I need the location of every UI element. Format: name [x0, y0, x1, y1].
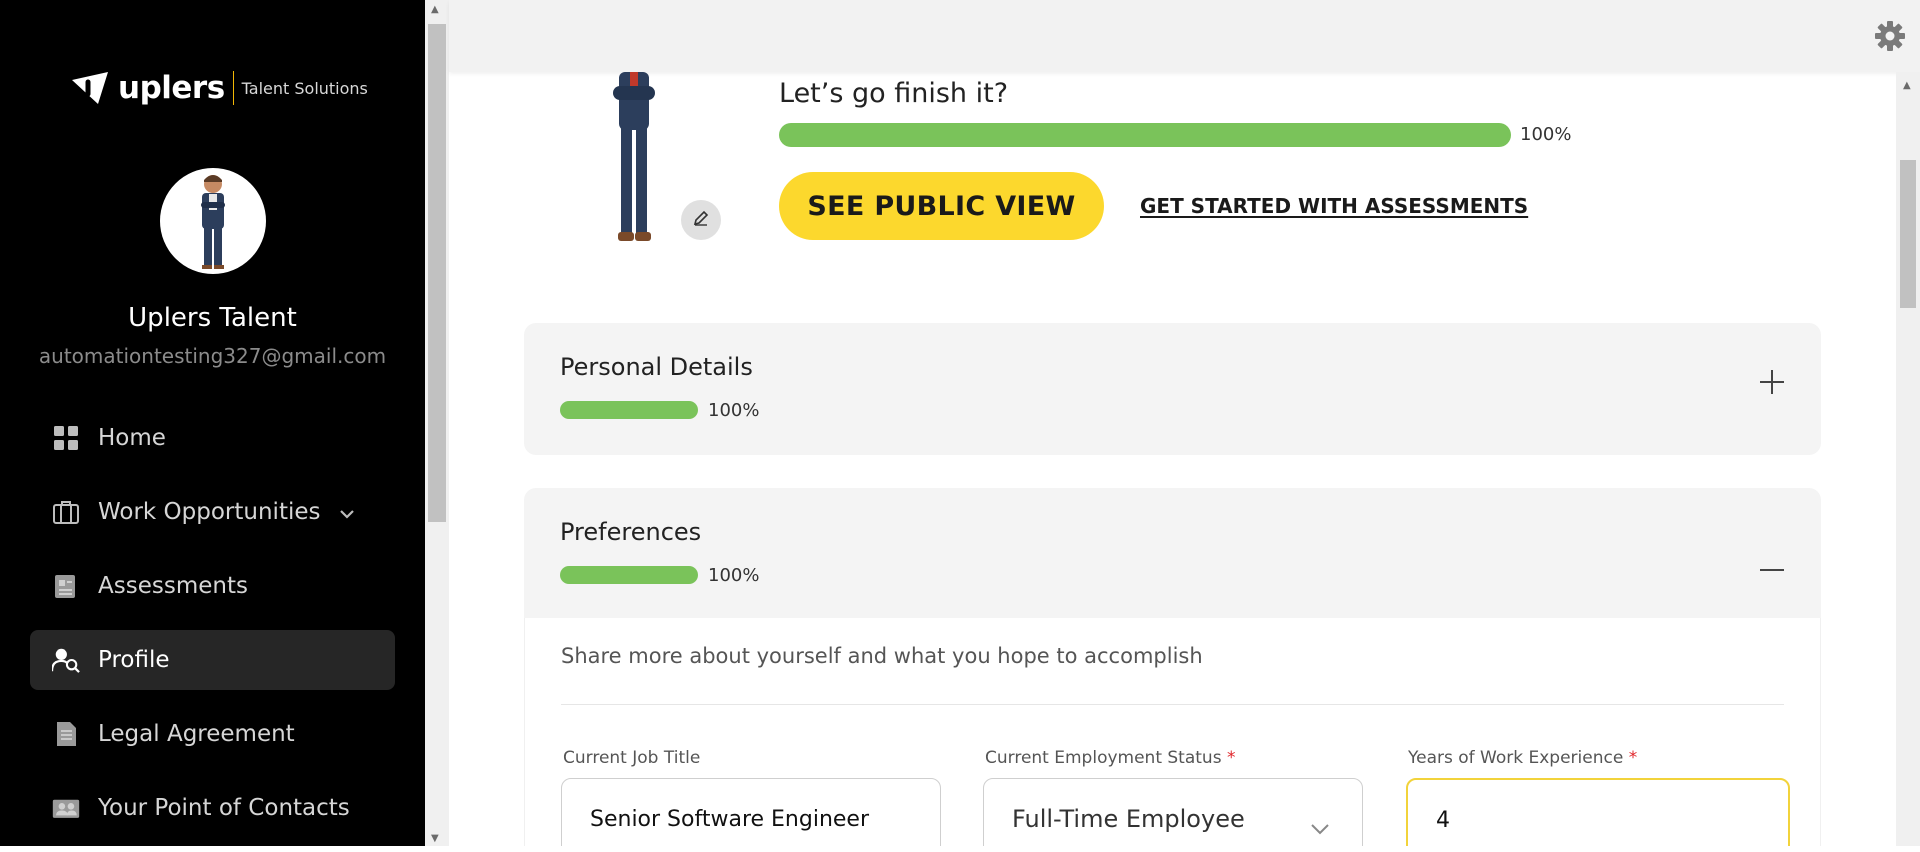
grid-icon	[52, 424, 80, 452]
preferences-card[interactable]: Preferences 100%	[524, 488, 1821, 619]
avatar-figure-icon	[201, 175, 225, 269]
gear-icon[interactable]	[1874, 20, 1906, 52]
avatar	[160, 168, 266, 274]
preferences-intro: Share more about yourself and what you h…	[561, 644, 1203, 668]
sidebar-item-legal-agreement[interactable]: Legal Agreement	[30, 704, 395, 764]
briefcase-icon	[52, 498, 80, 526]
section-progress-percent: 100%	[708, 400, 760, 421]
logo-wordmark: uplers	[118, 70, 225, 106]
chevron-down-icon[interactable]	[339, 499, 355, 525]
employment-status-label: Current Employment Status *	[985, 748, 1236, 768]
profile-main: Let’s go finish it? 100% SEE PUBLIC VIEW…	[449, 72, 1896, 846]
pencil-icon	[692, 209, 710, 231]
assessment-icon	[52, 572, 80, 600]
logo-tagline: Talent Solutions	[241, 78, 368, 98]
profile-progress-bar	[779, 123, 1511, 147]
uplers-logo-icon	[72, 72, 108, 104]
see-public-view-button[interactable]: SEE PUBLIC VIEW	[779, 172, 1104, 240]
scroll-down-arrow-icon[interactable]: ▼	[431, 833, 439, 844]
profile-progress-percent: 100%	[1520, 124, 1572, 145]
contacts-icon	[52, 794, 80, 822]
collapse-minus-icon[interactable]	[1759, 540, 1785, 581]
employment-status-select[interactable]: Full-Time Employee	[983, 778, 1363, 846]
sidebar-item-label: Home	[98, 425, 166, 451]
edit-avatar-button[interactable]	[681, 200, 721, 240]
years-experience-input[interactable]: 4	[1406, 778, 1790, 846]
sidebar-item-label: Legal Agreement	[98, 721, 295, 747]
sidebar-item-assessments[interactable]: Assessments	[30, 556, 395, 616]
completion-title: Let’s go finish it?	[779, 78, 1009, 109]
profile-search-icon	[52, 646, 80, 674]
profile-figure-image	[599, 72, 669, 247]
employment-status-value: Full-Time Employee	[1012, 805, 1245, 833]
section-title: Preferences	[560, 518, 702, 546]
required-mark: *	[1226, 748, 1236, 768]
user-email: automationtesting327@gmail.com	[38, 344, 387, 368]
section-progress-bar	[560, 566, 698, 584]
document-icon	[52, 720, 80, 748]
sidebar-item-label: Profile	[98, 647, 170, 673]
top-bar	[449, 0, 1920, 72]
section-title: Personal Details	[560, 353, 753, 381]
job-title-input[interactable]: Senior Software Engineer	[561, 778, 941, 846]
scroll-up-arrow-icon[interactable]: ▲	[431, 4, 439, 15]
chevron-down-icon	[1310, 813, 1330, 841]
sidebar-item-home[interactable]: Home	[30, 408, 395, 468]
main-scrollbar-thumb[interactable]	[1900, 160, 1916, 308]
uplers-logo[interactable]: uplers Talent Solutions	[68, 66, 368, 110]
sidebar-scrollbar[interactable]: ▲ ▼	[425, 0, 449, 846]
main-scrollbar[interactable]: ▲	[1896, 72, 1920, 846]
expand-plus-icon[interactable]	[1759, 363, 1785, 404]
preferences-form: Share more about yourself and what you h…	[524, 618, 1821, 846]
section-progress-percent: 100%	[708, 565, 760, 586]
experience-label: Years of Work Experience *	[1408, 748, 1638, 768]
scroll-up-arrow-icon[interactable]: ▲	[1903, 80, 1911, 91]
sidebar-nav: Home Work Opportunities Assessments Prof…	[30, 408, 395, 852]
sidebar-item-work-opportunities[interactable]: Work Opportunities	[30, 482, 395, 542]
job-title-label: Current Job Title	[563, 748, 701, 768]
sidebar-item-point-of-contacts[interactable]: Your Point of Contacts	[30, 778, 395, 838]
logo-divider	[232, 71, 234, 105]
user-name: Uplers Talent	[128, 303, 297, 333]
personal-details-card[interactable]: Personal Details 100%	[524, 323, 1821, 455]
get-started-assessments-link[interactable]: GET STARTED WITH ASSESSMENTS	[1140, 194, 1528, 218]
sidebar-scrollbar-thumb[interactable]	[428, 24, 446, 522]
sidebar-item-label: Your Point of Contacts	[98, 795, 350, 821]
sidebar-item-label: Assessments	[98, 573, 248, 599]
required-mark: *	[1628, 748, 1638, 768]
sidebar-item-label: Work Opportunities	[98, 499, 321, 525]
divider	[561, 704, 1784, 705]
section-progress-bar	[560, 401, 698, 419]
sidebar-item-profile[interactable]: Profile	[30, 630, 395, 690]
sidebar: uplers Talent Solutions Uplers Talent au…	[0, 0, 425, 846]
